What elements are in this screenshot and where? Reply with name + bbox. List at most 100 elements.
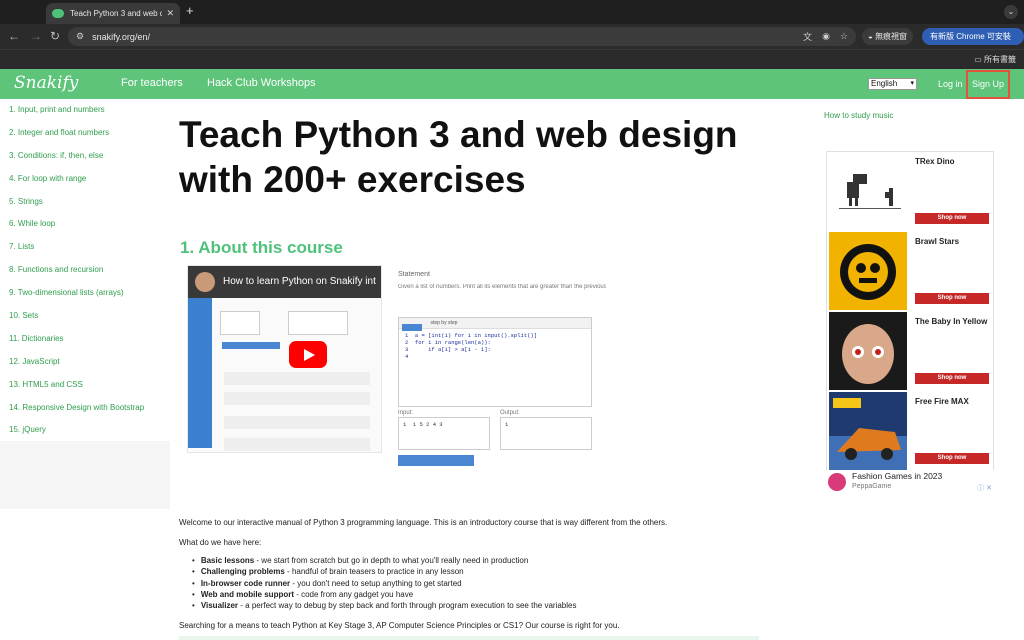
- statement-text: Given a list of numbers. Print all its e…: [398, 284, 606, 290]
- folder-icon: ▭: [974, 55, 984, 64]
- step-label: step by step: [430, 320, 458, 326]
- sidebar-item-bootstrap[interactable]: 14. Responsive Design with Bootstrap: [0, 402, 170, 425]
- baby-in-yellow-thumbnail: [829, 312, 907, 390]
- ad-item[interactable]: The Baby In Yellow Shop now: [829, 312, 993, 390]
- ad-item[interactable]: Brawl Stars Shop now: [829, 232, 993, 310]
- reload-icon[interactable]: ↻: [50, 29, 60, 43]
- input-box: 1 1 5 2 4 3: [398, 417, 490, 450]
- sidebar-item-input-print[interactable]: 1. Input, print and numbers: [0, 104, 170, 127]
- feature-description: - a perfect way to debug by step back an…: [238, 601, 577, 611]
- section-number: 1.: [180, 238, 195, 257]
- sidebar-item-html5-css[interactable]: 13. HTML5 and CSS: [0, 379, 170, 402]
- translate-icon[interactable]: 文: [803, 30, 812, 43]
- nav-hack-club[interactable]: Hack Club Workshops: [207, 77, 316, 89]
- feature-description: - handful of brain teasers to practice i…: [284, 567, 464, 577]
- output-box: 1: [500, 417, 592, 450]
- shop-now-button[interactable]: Shop now: [915, 453, 989, 464]
- page-title: Teach Python 3 and web design with 200+ …: [179, 114, 738, 200]
- incognito-badge[interactable]: ◒ 無痕視窗: [862, 28, 914, 45]
- ad-item[interactable]: TRex Dino Shop now: [829, 152, 993, 230]
- forward-icon[interactable]: →: [30, 29, 42, 43]
- update-chrome-button[interactable]: 有新版 Chrome 可安裝 ⋮: [922, 28, 1024, 58]
- snakify-favicon-icon: [52, 9, 64, 18]
- shop-now-button[interactable]: Shop now: [915, 293, 989, 304]
- address-bar[interactable]: ⚙ snakify.org/en/ 文 ◉ ☆: [68, 27, 856, 46]
- feature-name: Visualizer: [200, 601, 239, 611]
- ad-footer[interactable]: Fashion Games in 2023 PeppaGame ⓘ ✕: [826, 470, 994, 496]
- nav-for-teachers[interactable]: For teachers: [121, 77, 183, 89]
- feature-description: - code from any gadget you have: [294, 589, 414, 599]
- sidebar-item-2d-lists[interactable]: 9. Two-dimensional lists (arrays): [0, 287, 170, 310]
- list-item: In-browser code runner - you don't need …: [192, 579, 792, 590]
- sidebar-item-functions[interactable]: 8. Functions and recursion: [0, 264, 170, 287]
- ad-footer-title[interactable]: Fashion Games in 2023: [852, 471, 942, 481]
- site-info-icon[interactable]: ⚙: [76, 31, 84, 42]
- section-heading: 1. About this course: [180, 238, 343, 258]
- video-preview-row: [224, 438, 370, 451]
- browser-tab[interactable]: Teach Python 3 and web desig ✕: [46, 3, 180, 24]
- url-text[interactable]: snakify.org/en/: [92, 32, 793, 42]
- section-title: About this course: [198, 238, 343, 257]
- ad-name: The Baby In Yellow: [915, 317, 988, 326]
- language-select[interactable]: English ▾: [868, 78, 917, 90]
- update-label: 有新版 Chrome 可安裝: [930, 32, 1011, 41]
- shop-now-button[interactable]: Shop now: [915, 373, 989, 384]
- sidebar-item-conditions[interactable]: 3. Conditions: if, then, else: [0, 150, 170, 173]
- site-header: Snakify For teachers Hack Club Workshops…: [0, 69, 1024, 99]
- sidebar-item-while-loop[interactable]: 6. While loop: [0, 218, 170, 241]
- callout-box-edge: [179, 636, 759, 640]
- feature-name: In-browser code runner: [200, 578, 291, 588]
- target-audience-paragraph: Searching for a means to teach Python at…: [179, 621, 620, 630]
- sidebar-item-for-loop[interactable]: 4. For loop with range: [0, 173, 170, 196]
- tab-title: Teach Python 3 and web desig: [70, 9, 163, 18]
- video-preview-row: [224, 372, 370, 385]
- video-preview-check-button: [222, 342, 280, 349]
- ad-choices-close-icon[interactable]: ⓘ ✕: [977, 483, 992, 493]
- feature-name: Challenging problems: [200, 567, 285, 577]
- peppagame-icon: [828, 473, 846, 491]
- ad-name: TRex Dino: [915, 157, 955, 166]
- bookmark-star-icon[interactable]: ☆: [840, 31, 848, 42]
- editor-toolbar: step by step: [399, 318, 591, 331]
- channel-avatar[interactable]: [195, 272, 215, 292]
- statement-label: Statement: [398, 271, 430, 278]
- sidebar-item-jquery[interactable]: 15. jQuery: [0, 424, 170, 447]
- video-preview-row: [224, 392, 370, 405]
- sidebar-item-integer-float[interactable]: 2. Integer and float numbers: [0, 127, 170, 150]
- sidebar-item-strings[interactable]: 5. Strings: [0, 196, 170, 219]
- shop-now-button[interactable]: Shop now: [915, 213, 989, 224]
- sidebar-item-javascript[interactable]: 12. JavaScript: [0, 356, 170, 379]
- signup-button[interactable]: Sign Up: [966, 70, 1010, 99]
- video-title[interactable]: How to learn Python on Snakify int: [223, 276, 376, 287]
- snakify-logo[interactable]: Snakify: [14, 73, 78, 93]
- features-list: Basic lessons - we start from scratch bu…: [192, 556, 792, 612]
- list-item: Visualizer - a perfect way to debug by s…: [192, 601, 792, 612]
- output-value: 1: [505, 421, 509, 428]
- close-tab-icon[interactable]: ✕: [166, 8, 174, 19]
- youtube-video-embed[interactable]: How to learn Python on Snakify int: [187, 265, 382, 453]
- incognito-icon: ◒: [868, 32, 876, 41]
- tab-search-icon[interactable]: ⌄: [1004, 5, 1018, 19]
- sidebar-item-lists[interactable]: 7. Lists: [0, 241, 170, 264]
- all-bookmarks-button[interactable]: ▭ 所有書籤: [974, 54, 1016, 65]
- login-link[interactable]: Log in: [938, 79, 963, 89]
- new-tab-icon[interactable]: +: [186, 3, 194, 18]
- bookmarks-bar: ▭ 所有書籤: [0, 49, 1024, 69]
- code-line: 2 for i in range(len(a)):: [405, 339, 491, 346]
- sidebar-item-dictionaries[interactable]: 11. Dictionaries: [0, 333, 170, 356]
- code-editor: step by step 1 a = [int(i) for i in inpu…: [398, 317, 592, 407]
- play-button-icon[interactable]: [289, 341, 327, 368]
- all-bookmarks-label: 所有書籤: [984, 55, 1016, 64]
- feature-name: Basic lessons: [200, 556, 255, 565]
- eye-off-icon[interactable]: ◉: [822, 31, 830, 42]
- study-music-link[interactable]: How to study music: [824, 111, 893, 120]
- video-preview-output: [288, 311, 348, 335]
- ad-item[interactable]: Free Fire MAX Shop now: [829, 392, 993, 470]
- chevron-down-icon: ▾: [910, 80, 914, 87]
- sidebar-item-sets[interactable]: 10. Sets: [0, 310, 170, 333]
- back-icon[interactable]: ←: [8, 29, 20, 43]
- output-label: Output:: [500, 410, 520, 416]
- check-solution-button: [398, 455, 474, 466]
- browser-tab-bar: Teach Python 3 and web desig ✕ + ⌄: [0, 0, 1024, 24]
- code-line: 3 if a[i] > a[i - 1]:: [405, 346, 491, 353]
